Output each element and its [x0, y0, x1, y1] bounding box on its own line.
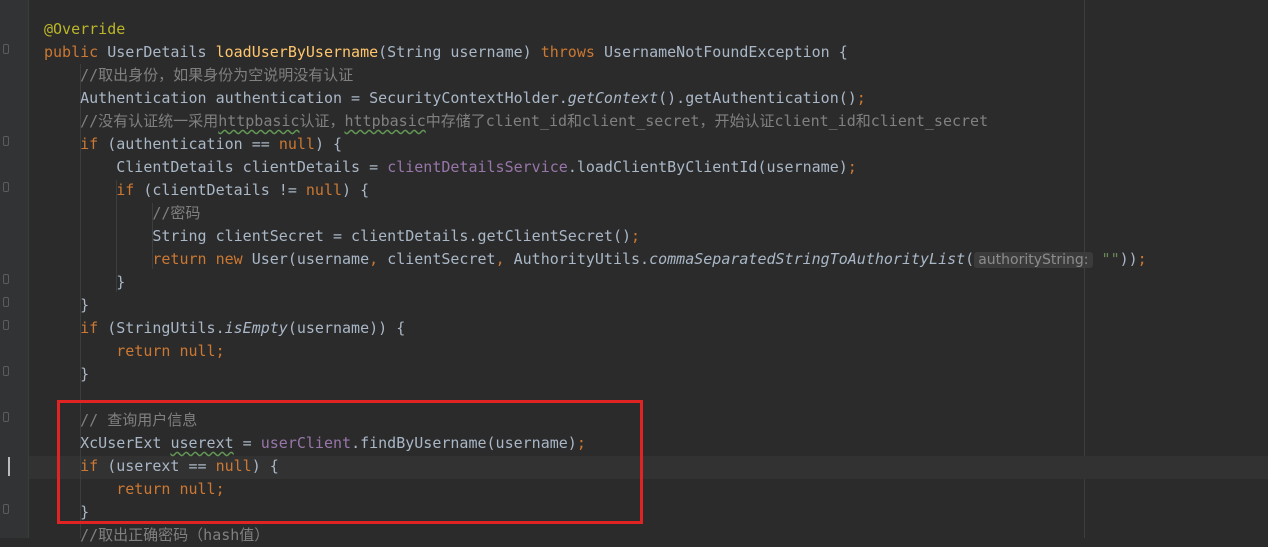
code-token: ClientDetails clientDetails = — [116, 158, 388, 176]
code-token: (clientDetails != — [143, 181, 306, 199]
code-token: clientDetailsService — [387, 158, 568, 176]
code-token: if — [80, 135, 108, 153]
code-token: ; — [856, 89, 866, 107]
code-token: commaSeparatedStringToAuthorityList — [649, 250, 966, 268]
code-token: UserDetails — [107, 43, 216, 61]
code-line[interactable]: ClientDetails clientDetails = clientDeta… — [44, 156, 1268, 179]
code-line[interactable]: } — [44, 271, 1268, 294]
code-token: //没有认证统一采用 — [80, 112, 219, 130]
code-line[interactable]: } — [44, 363, 1268, 386]
code-token: 中存储了client_id和client_secret，开始认证client_i… — [425, 112, 989, 130]
code-line[interactable]: Authentication authentication = Security… — [44, 87, 1268, 110]
code-token: clientSecret — [387, 250, 496, 268]
code-token: ) { — [342, 181, 370, 199]
code-line[interactable]: if (StringUtils.isEmpty(username)) { — [44, 317, 1268, 340]
code-token: httpbasic — [218, 112, 300, 130]
code-line[interactable]: //密码 — [44, 202, 1268, 225]
code-token: String clientSecret = clientDetails.getC… — [152, 227, 632, 245]
fold-marker-icon[interactable] — [3, 504, 9, 514]
code-token: //取出身份，如果身份为空说明没有认证 — [80, 66, 354, 84]
code-token: ( — [965, 250, 975, 268]
code-line[interactable]: //取出身份，如果身份为空说明没有认证 — [44, 64, 1268, 87]
code-line[interactable]: if (authentication == null) { — [44, 133, 1268, 156]
text-caret — [8, 457, 10, 476]
code-line[interactable]: @Override — [44, 18, 1268, 41]
code-token: return new — [152, 250, 252, 268]
fold-marker-icon[interactable] — [3, 44, 9, 54]
code-token: (StringUtils. — [107, 319, 225, 337]
code-token: return null; — [116, 342, 225, 360]
fold-marker-icon[interactable] — [3, 297, 9, 307]
code-token: AuthorityUtils. — [513, 250, 650, 268]
code-line[interactable]: } — [44, 294, 1268, 317]
code-token: "" — [1092, 250, 1120, 268]
code-line[interactable]: return null; — [44, 340, 1268, 363]
code-token: )) — [1119, 250, 1138, 268]
code-token: ; — [1137, 250, 1147, 268]
code-token: loadUserByUsername — [215, 43, 379, 61]
parameter-hint: authorityString: — [974, 252, 1093, 268]
code-line[interactable]: String clientSecret = clientDetails.getC… — [44, 225, 1268, 248]
code-token: } — [80, 365, 90, 383]
code-token: if — [80, 319, 108, 337]
fold-marker-icon[interactable] — [3, 412, 9, 422]
code-token: @Override — [44, 20, 126, 38]
code-token: UsernameNotFoundException { — [603, 43, 848, 61]
code-token: null — [278, 135, 315, 153]
fold-marker-icon[interactable] — [3, 320, 9, 330]
code-line[interactable]: public UserDetails loadUserByUsername(St… — [44, 41, 1268, 64]
code-line[interactable]: //没有认证统一采用httpbasic认证，httpbasic中存储了clien… — [44, 110, 1268, 133]
code-token: //密码 — [152, 204, 201, 222]
fold-marker-icon[interactable] — [3, 366, 9, 376]
code-token: ; — [847, 158, 857, 176]
code-token: if — [116, 181, 144, 199]
fold-marker-icon[interactable] — [3, 136, 9, 146]
code-token: ; — [631, 227, 641, 245]
code-line[interactable]: //取出正确密码（hash值） — [44, 524, 1268, 547]
code-token: Authentication authentication = Security… — [80, 89, 568, 107]
fold-marker-icon[interactable] — [3, 182, 9, 192]
code-line[interactable]: if (clientDetails != null) { — [44, 179, 1268, 202]
code-token: ().getAuthentication() — [658, 89, 857, 107]
editor-gutter[interactable] — [0, 0, 28, 538]
code-token: (username)) { — [287, 319, 406, 337]
code-token: ) { — [314, 135, 343, 153]
code-token: httpbasic — [344, 112, 426, 130]
code-token: isEmpty — [224, 319, 288, 337]
code-token: (String username) — [378, 43, 541, 61]
code-token: } — [80, 296, 90, 314]
code-token: getContext — [567, 89, 659, 107]
code-token: null — [305, 181, 343, 199]
code-token: throws — [540, 43, 604, 61]
code-token: //取出正确密码（hash值） — [80, 526, 270, 544]
fold-marker-icon[interactable] — [3, 274, 9, 284]
code-token: public — [44, 43, 108, 61]
code-token: , — [495, 250, 514, 268]
red-annotation-box — [57, 400, 643, 524]
code-token: } — [116, 273, 126, 291]
code-line[interactable]: return new User(username, clientSecret, … — [44, 248, 1268, 271]
code-token: (authentication == — [107, 135, 279, 153]
code-token: User(username — [251, 250, 370, 268]
code-token: .loadClientByClientId(username) — [567, 158, 848, 176]
code-token: , — [369, 250, 388, 268]
code-token: 认证， — [299, 112, 345, 130]
